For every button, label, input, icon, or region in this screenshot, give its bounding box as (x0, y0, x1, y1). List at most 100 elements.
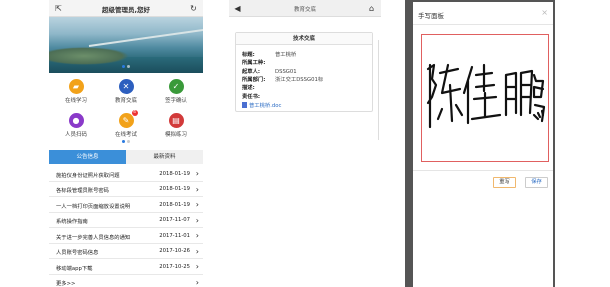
attachment-link[interactable]: 普工桃桥.doc (242, 101, 281, 109)
check-shield-icon: ✓ (168, 79, 184, 94)
tools-icon: ✕ (118, 79, 134, 94)
field-label: 所属工种: (242, 60, 266, 67)
tile-label: 模拟练习 (164, 132, 187, 138)
banner-pager[interactable] (49, 63, 203, 70)
banner-image (49, 17, 203, 73)
list-item-title: 人员账号密码信息 (56, 250, 99, 256)
detail-screen: ◀ 教育交底 ⌂ 技术交底 标题: 普工桃桥 所属工种: 起草人: DSSG01 所属部门… (229, 0, 381, 287)
tile-label: 教育交底 (114, 98, 137, 104)
list-item-date: 2018-01-19 (159, 170, 190, 177)
field-label: 起草人: (242, 68, 261, 75)
field-label: 所属部门: (242, 76, 266, 83)
tab-latest-materials[interactable]: 最新资料 (126, 150, 203, 164)
tile-online-study[interactable]: ▰ 在线学习 (54, 79, 98, 104)
detail-field: 标题: 普工桃桥 (242, 50, 296, 58)
tab-announcements[interactable]: 公告信息 (49, 150, 126, 164)
chevron-right-icon: › (195, 246, 199, 256)
detail-card: 技术交底 标题: 普工桃桥所属工种: 起草人: DSSG01 所属部门: 浙江交工DSSG… (235, 32, 373, 112)
list-item[interactable]: 系统操作指南 2017-11-07 › (49, 213, 203, 228)
news-list: 施拍仪身份证照片获取问题 2018-01-19 › 各标段管理员账号密码 2018-01… (49, 166, 203, 287)
check-shield-icon-glyph: ✓ (172, 82, 180, 91)
redo-button[interactable]: 重写 (493, 177, 516, 188)
list-item-date: 2017-11-01 (159, 232, 190, 239)
list-item[interactable]: 施拍仪身份证照片获取问题 2018-01-19 › (49, 166, 203, 182)
list-item-date: 2017-10-25 (159, 263, 190, 270)
handwritten-signature (426, 63, 546, 129)
tile-sign-confirm[interactable]: ✓ 签字确认 (154, 79, 198, 104)
field-label: 责任书: (242, 93, 261, 100)
home-screen: ⇱ 超级管理员,您好 ↻ ▰ 在线学习 ✕ 教育交底 ✓ 签字确认 ● 人员扫码… (49, 0, 203, 287)
refresh-icon[interactable]: ↻ (188, 3, 199, 14)
modal-footer: 重写 保存 (413, 170, 553, 192)
field-value: DSSG01 (275, 68, 297, 75)
list-item[interactable]: 移动端app下载 2017-10-25 › (49, 259, 203, 275)
list-item-date: 2017-11-07 (159, 217, 190, 223)
feature-grid: ▰ 在线学习 ✕ 教育交底 ✓ 签字确认 ● 人员扫码 ✎ 4 在线考试 ▤ 模拟… (49, 73, 203, 143)
tile-online-exam[interactable]: ✎ 4 在线考试 (104, 110, 148, 138)
list-item[interactable]: 人员账号密码信息 2017-10-26 › (49, 244, 203, 259)
tile-label: 在线考试 (114, 132, 137, 138)
list-item[interactable]: 一人一档打印页面缩放设置说明 2018-01-19 › (49, 197, 203, 213)
book-icon-glyph: ▤ (172, 116, 180, 125)
field-value: 浙江交工DSSG01标 (275, 76, 324, 83)
list-item[interactable]: 关于进一步完善人员信息的通知 2017-11-01 › (49, 228, 203, 244)
detail-title: 教育交底 (293, 7, 316, 13)
tile-scan[interactable]: ● 人员扫码 (54, 113, 98, 138)
document-icon (242, 102, 247, 108)
signature-modal: 手写面板 × 重写 保存 (413, 2, 553, 287)
folder-icon-glyph: ▰ (72, 82, 80, 91)
list-item-date: 2018-01-19 (159, 186, 190, 192)
chevron-right-icon: › (195, 184, 199, 194)
detail-field: 所属工种: (242, 58, 275, 66)
chevron-right-icon: › (195, 262, 199, 271)
modal-title: 手写面板 (418, 12, 444, 20)
list-item-date: 2017-10-26 (159, 248, 190, 254)
list-item-date: 2018-01-19 (159, 201, 190, 208)
signature-screen: 手写面板 × 重写 保存 (405, 0, 555, 287)
list-item-title: 施拍仪身份证照片获取问题 (56, 172, 120, 179)
tile-practice[interactable]: ▤ 模拟练习 (154, 113, 198, 138)
field-value: 普工桃桥 (275, 52, 297, 58)
list-item-title: 移动端app下载 (56, 265, 93, 272)
tile-label: 在线学习 (64, 98, 87, 104)
list-item-title: 各标段管理员账号密码 (56, 188, 109, 194)
news-tabs: 公告信息 最新资料 (49, 150, 203, 164)
page-title: 超级管理员,您好 (102, 6, 150, 14)
tile-label: 签字确认 (164, 98, 187, 104)
scroll-edge (378, 40, 379, 140)
detail-field: 责任书: (242, 92, 275, 100)
field-label: 描述: (242, 85, 255, 92)
screenshot-collage: ⇱ 超级管理员,您好 ↻ ▰ 在线学习 ✕ 教育交底 ✓ 签字确认 ● 人员扫码… (0, 0, 610, 287)
exam-badge: 4 (131, 110, 138, 116)
detail-field: 起草人: DSSG01 (242, 67, 297, 75)
list-item[interactable]: 各标段管理员账号密码 2018-01-19 › (49, 182, 203, 197)
tools-icon-glyph: ✕ (122, 82, 130, 91)
card-title: 技术交底 (236, 33, 372, 45)
folder-icon: ▰ (68, 79, 84, 94)
exam-icon-glyph: ✎ (122, 116, 130, 125)
banner-bridge (88, 26, 203, 47)
signature-pad[interactable] (421, 34, 549, 162)
chevron-right-icon: › (195, 231, 199, 240)
list-item-title: 更多>> (56, 281, 76, 287)
chevron-right-icon: › (195, 277, 199, 287)
chevron-right-icon: › (195, 215, 199, 225)
close-icon[interactable]: × (541, 8, 548, 17)
field-label: 标题: (242, 52, 255, 58)
home-header: ⇱ 超级管理员,您好 ↻ (49, 0, 203, 17)
tile-education[interactable]: ✕ 教育交底 (104, 79, 148, 104)
tile-label: 人员扫码 (64, 132, 87, 138)
list-item-title: 系统操作指南 (56, 219, 88, 225)
detail-field: 所属部门: 浙江交工DSSG01标 (242, 75, 323, 83)
detail-field: 描述: (242, 83, 275, 91)
modal-header: 手写面板 × (413, 2, 553, 25)
list-item[interactable]: 更多>> › (49, 275, 203, 287)
home-icon[interactable]: ⌂ (366, 3, 377, 14)
save-button[interactable]: 保存 (525, 177, 548, 188)
chevron-right-icon: › (195, 169, 199, 178)
chevron-right-icon: › (195, 200, 199, 209)
attachment-name: 普工桃桥.doc (249, 103, 282, 109)
grid-pager[interactable] (49, 138, 203, 145)
detail-header: ◀ 教育交底 ⌂ (229, 0, 381, 17)
list-item-title: 关于进一步完善人员信息的通知 (56, 234, 131, 241)
